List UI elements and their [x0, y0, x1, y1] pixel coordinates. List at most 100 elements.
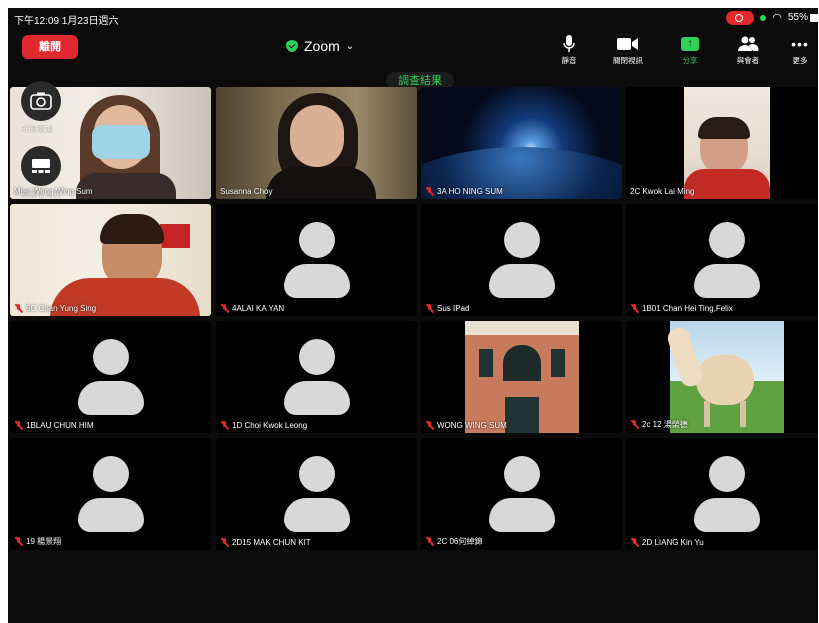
participant-name-tag: 1B01 Chan Hei Ting,Felix	[630, 304, 733, 313]
participant-tile[interactable]: 19 楊景翔	[10, 438, 211, 550]
participant-tile[interactable]: 5C Chan Yung Sing	[10, 204, 211, 316]
participant-video	[100, 214, 164, 244]
participant-name: 19 楊景翔	[26, 537, 62, 546]
default-avatar-icon	[77, 456, 144, 532]
participant-name: 2D LIANG Kin Yu	[642, 538, 704, 547]
participant-name-tag: 2D LIANG Kin Yu	[630, 538, 704, 547]
speaker-view-label: 演講者畫面	[21, 190, 61, 199]
participant-name: 1D Choi Kwok Leong	[232, 421, 308, 430]
participant-tile[interactable]: 3A HO NING SUM	[421, 87, 622, 199]
muted-mic-icon	[14, 421, 23, 430]
more-dots-icon: •••	[791, 36, 809, 52]
recording-icon	[726, 11, 754, 25]
participant-name-tag: Susanna Choy	[220, 187, 272, 196]
mute-button[interactable]: 靜音	[545, 34, 593, 66]
participant-video	[698, 117, 750, 139]
participant-tile[interactable]: 4ALAI KA YAN	[216, 204, 417, 316]
participant-tile[interactable]: WONG WING SUM	[421, 321, 622, 433]
participant-video	[290, 105, 344, 167]
battery-icon	[810, 14, 818, 22]
participant-name-tag: 2C Kwok Lai Ming	[630, 187, 694, 196]
participant-name: 3A HO NING SUM	[437, 187, 503, 196]
participant-tile[interactable]: 2C Kwok Lai Ming	[626, 87, 818, 199]
participant-tile[interactable]: 2D15 MAK CHUN KIT	[216, 438, 417, 550]
participant-name-tag: 3A HO NING SUM	[425, 187, 503, 196]
participant-tile[interactable]: Sus IPad	[421, 204, 622, 316]
participant-tile[interactable]: 1D Choi Kwok Leong	[216, 321, 417, 433]
status-bar: 下午12:09 1月23日週六 ◠ 55%	[8, 8, 818, 28]
status-time: 下午12:09 1月23日週六	[14, 16, 119, 27]
wifi-icon: ◠	[772, 12, 782, 24]
participant-tile[interactable]: 1B01 Chan Hei Ting,Felix	[626, 204, 818, 316]
video-label: 關閉視訊	[613, 56, 643, 65]
participant-name-tag: 1D Choi Kwok Leong	[220, 421, 307, 430]
mute-label: 靜音	[561, 56, 577, 65]
participant-tile[interactable]: Susanna Choy	[216, 87, 417, 199]
participant-name-tag: Sus IPad	[425, 304, 469, 313]
default-avatar-icon	[488, 222, 555, 298]
default-avatar-icon	[488, 456, 555, 532]
participant-name: 5C Chan Yung Sing	[26, 304, 97, 313]
switch-camera-button[interactable]	[21, 81, 61, 121]
participant-name: 1BLAU CHUN HIM	[26, 421, 94, 430]
default-avatar-icon	[283, 222, 350, 298]
muted-mic-icon	[425, 537, 434, 546]
speaker-view-button[interactable]	[21, 146, 61, 186]
participant-name: 1B01 Chan Hei Ting,Felix	[642, 304, 733, 313]
stop-video-button[interactable]: 關閉視訊	[604, 34, 652, 66]
participant-video	[551, 349, 565, 377]
participant-video	[160, 224, 190, 248]
meeting-title-dropdown[interactable]: Zoom ⌄	[286, 36, 354, 56]
participants-label: 與會者	[736, 56, 760, 65]
participant-name-tag: 4ALAI KA YAN	[220, 304, 284, 313]
chevron-down-icon: ⌄	[345, 40, 355, 52]
participant-name: 2c 12 湯榮德	[642, 420, 688, 429]
muted-mic-icon	[220, 304, 229, 313]
participants-button[interactable]: 與會者	[724, 34, 772, 66]
muted-mic-icon	[425, 187, 434, 196]
participant-name-tag: 19 楊景翔	[14, 536, 61, 547]
participant-video	[704, 401, 710, 427]
participant-tile[interactable]: 1BLAU CHUN HIM	[10, 321, 211, 433]
participant-name-tag: 5C Chan Yung Sing	[14, 304, 96, 313]
participant-name-tag: WONG WING SUM	[425, 421, 507, 430]
participant-name: Susanna Choy	[220, 187, 273, 196]
participant-name: 2D15 MAK CHUN KIT	[232, 538, 311, 547]
participant-name-tag: 2D15 MAK CHUN KIT	[220, 538, 311, 547]
speaker-view-icon	[32, 159, 50, 173]
participant-name: 2C Kwok Lai Ming	[630, 187, 695, 196]
default-avatar-icon	[77, 339, 144, 415]
default-avatar-icon	[693, 456, 760, 532]
video-gallery: Miss Wong Wing Sum Susanna Choy 3A HO NING…	[10, 87, 818, 553]
participant-video	[505, 397, 539, 433]
encryption-shield-icon	[286, 40, 298, 52]
camera-rotate-icon	[30, 92, 52, 110]
participant-video	[684, 169, 770, 199]
switch-camera-label: 切換鏡頭	[21, 125, 53, 134]
participant-tile[interactable]: 2c 12 湯榮德	[626, 321, 818, 433]
microphone-icon	[545, 34, 593, 54]
more-button[interactable]: ••• 更多	[776, 34, 818, 66]
default-avatar-icon	[693, 222, 760, 298]
muted-mic-icon	[630, 304, 639, 313]
participant-video	[465, 321, 579, 335]
share-button[interactable]: ↑ 分享	[666, 34, 714, 66]
leave-button[interactable]: 離開	[22, 35, 78, 59]
participant-name-tag: 2C 06何綽錦	[425, 536, 482, 547]
participant-video	[696, 355, 754, 405]
participant-tile[interactable]: 2D LIANG Kin Yu	[626, 438, 818, 550]
muted-mic-icon	[220, 421, 229, 430]
participant-name: WONG WING SUM	[437, 421, 507, 430]
participant-name: Sus IPad	[437, 304, 470, 313]
participants-icon	[724, 34, 772, 54]
more-label: 更多	[792, 56, 808, 65]
muted-mic-icon	[220, 538, 229, 547]
participant-name-tag: 1BLAU CHUN HIM	[14, 421, 94, 430]
muted-mic-icon	[630, 420, 639, 429]
participant-video	[503, 345, 541, 381]
participant-video	[740, 401, 746, 427]
share-arrow-icon: ↑	[681, 37, 699, 51]
muted-mic-icon	[425, 304, 434, 313]
participant-tile[interactable]: 2C 06何綽錦	[421, 438, 622, 550]
meeting-title: Zoom	[304, 38, 340, 54]
